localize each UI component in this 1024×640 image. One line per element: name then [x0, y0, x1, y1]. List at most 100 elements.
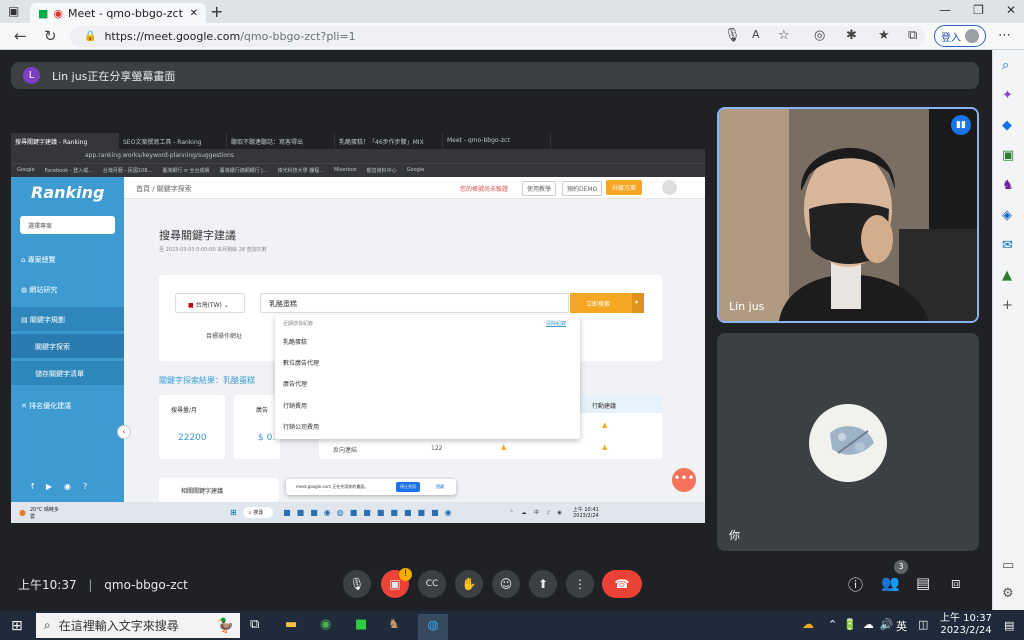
taskbar-app-icons: ■■■◉◍■■■■■■■◉	[283, 508, 458, 517]
weather-tray-icon: ☁	[802, 617, 814, 631]
end-call-button[interactable]: ☎	[602, 570, 642, 598]
captions-icon: CC	[425, 579, 439, 589]
present-icon: ⬆	[537, 577, 549, 591]
sidebar-search-icon[interactable]: ⌕	[1002, 58, 1009, 73]
sidebar-office-icon[interactable]: ◈	[1002, 208, 1012, 223]
url-bar[interactable]: 🔒 https://meet.google.com /qmo-bbgo-zct?…	[70, 26, 925, 47]
people-count-badge: 3	[894, 560, 908, 574]
shared-tab: 搜尋關鍵字建議 - Ranking	[11, 133, 119, 149]
restore-icon[interactable]: ❐	[973, 3, 984, 17]
system-clock[interactable]: 上午 10:37 2023/2/24	[940, 613, 992, 637]
recording-icon: ◉	[53, 6, 64, 20]
presenter-tile[interactable]: ▮▮ Lin jus	[717, 107, 979, 323]
close-tab-icon[interactable]: ✕	[190, 8, 198, 19]
chat-icon[interactable]: ▤	[916, 574, 930, 592]
related-tab-label: 相關關鍵字建議	[181, 488, 224, 495]
activities-icon[interactable]: ⧈	[951, 574, 961, 592]
warning-icon: ▲	[602, 443, 608, 451]
sidebar-add-icon[interactable]: +	[1002, 298, 1013, 313]
dropdown-item: 行銷公司費用	[283, 424, 320, 431]
more-menu-icon[interactable]: ⋯	[998, 28, 1011, 43]
browser-tab-strip: ▣ ■ ◉ Meet - qmo-bbgo-zct ✕ + — ❐ ✕	[0, 0, 1024, 23]
sidebar-games-icon[interactable]: ♞	[1002, 178, 1014, 193]
social-icons: f ▶ ◉ ?	[31, 482, 87, 491]
menu-keyword-explore: 關鍵字探索	[11, 334, 124, 358]
stat-value: 22200	[178, 433, 207, 443]
hide-button: 隱藏	[436, 484, 444, 489]
menu-keyword-planning: ▤ 關鍵字規劃	[11, 307, 124, 331]
sidebar-settings-icon[interactable]: ⚙	[1002, 586, 1014, 601]
dropdown-item: 廣告代理	[283, 381, 308, 388]
line-app-icon[interactable]: ■	[355, 617, 367, 632]
favorite-star-icon[interactable]: ☆	[778, 28, 790, 43]
facebook-icon: f	[31, 482, 34, 491]
collapse-sidebar-icon: ‹	[117, 425, 131, 439]
app-icon[interactable]: ♞	[388, 617, 400, 632]
col-action: 行動建議	[592, 403, 617, 410]
keyword-input: 乳酪蛋糕	[260, 293, 569, 313]
browser-tab-meet[interactable]: ■ ◉ Meet - qmo-bbgo-zct ✕	[30, 3, 206, 23]
row-label: 反向連結	[333, 447, 358, 454]
captions-button[interactable]: CC	[418, 570, 446, 598]
collections-icon[interactable]: ⧉	[908, 28, 917, 43]
stat-label: 搜尋量/月	[171, 407, 198, 414]
new-tab-button[interactable]: +	[210, 2, 223, 21]
shared-tab: SEO文案撰寫工具 - Ranking	[119, 133, 227, 149]
upgrade-button: 升級方案	[606, 180, 643, 195]
microphone-button[interactable]: 🎙	[343, 570, 371, 598]
shared-screen: 搜尋關鍵字建議 - Ranking SEO文案撰寫工具 - Ranking 聽取…	[11, 133, 705, 523]
shared-address: app.ranking.works/keyword-planning/sugge…	[11, 149, 705, 163]
search-placeholder: 在這裡輸入文字來搜尋	[58, 619, 179, 633]
meeting-info-icon[interactable]: ⓘ	[848, 574, 863, 595]
sidebar-tools-icon[interactable]: ▣	[1002, 148, 1014, 163]
signin-button[interactable]: 登入	[934, 25, 986, 47]
tab-actions-icon[interactable]: ▣	[8, 4, 19, 18]
page-title: 搜尋關鍵字建議	[159, 229, 236, 242]
sidebar-shopping-icon[interactable]: ◆	[1002, 118, 1012, 133]
raise-hand-button[interactable]: ✋	[455, 570, 483, 598]
sidebar-outlook-icon[interactable]: ✉	[1002, 238, 1013, 253]
windows-start-icon[interactable]: ⊞	[11, 618, 23, 634]
read-aloud-icon[interactable]: A	[752, 28, 760, 41]
sidebar-layout-icon[interactable]: ▭	[1002, 558, 1014, 573]
bookmark-item: 偉光科技大學 課程...	[277, 168, 324, 174]
extensions-puzzle-icon[interactable]: ✱	[846, 28, 857, 43]
self-tile[interactable]: 你	[717, 333, 979, 551]
people-icon[interactable]: 👥	[881, 574, 900, 592]
task-view-icon[interactable]: ⧉	[250, 617, 259, 632]
chrome-icon[interactable]: ◉	[320, 617, 331, 632]
favorites-icon[interactable]: ★	[878, 28, 890, 43]
dropdown-item: 數位廣告代理	[283, 360, 320, 367]
input-language[interactable]: 英	[896, 618, 907, 634]
shared-tab: Meet - qmo-bbgo-zct	[443, 133, 551, 149]
back-arrow-icon[interactable]: ←	[14, 27, 27, 45]
shared-clock: 上午 10:41 2023/2/24	[572, 506, 599, 519]
share-notice: meet.google.com 正在共用你的畫面。 停止共用 隱藏	[286, 479, 456, 495]
dropdown-clear: 清除紀錄	[546, 321, 567, 327]
microphone-icon[interactable]: 🎙	[724, 28, 741, 43]
present-button[interactable]: ⬆	[529, 570, 557, 598]
presenter-name: Lin jus	[729, 300, 765, 313]
ime-icon[interactable]: ◫	[918, 618, 928, 631]
more-options-button[interactable]: ⋮	[566, 570, 594, 598]
windows-search-box[interactable]: ⌕ 在這裡輸入文字來搜尋 🦆	[36, 613, 240, 638]
page-subtitle: 至 2023-03-03 0:00:00 本月剩餘 28 查詢次數	[159, 247, 267, 253]
bookmark-item: 臺灣銀行 ≡ 全台成績	[162, 168, 210, 174]
stop-sharing-button: 停止共用	[396, 482, 420, 492]
file-explorer-icon[interactable]: ▬	[285, 617, 297, 632]
notification-icon[interactable]: ▤	[1004, 619, 1014, 632]
sidebar-discover-icon[interactable]: ✦	[1002, 88, 1013, 103]
close-window-icon[interactable]: ✕	[1006, 3, 1016, 17]
reload-icon[interactable]: ↻	[44, 27, 57, 45]
meeting-time-and-code: 上午10:37 | qmo-bbgo-zct	[18, 578, 188, 592]
edge-taskbar-icon[interactable]: ◍	[418, 614, 448, 640]
related-tab: 相關關鍵字建議	[159, 478, 279, 502]
emoji-button[interactable]: ☺	[492, 570, 520, 598]
demo-button: 預約DEMO	[562, 181, 603, 196]
self-avatar	[809, 404, 887, 482]
extension-shield-icon[interactable]: ◎	[814, 28, 825, 43]
url-host: https://meet.google.com	[104, 30, 241, 43]
sidebar-tree-icon[interactable]: ▲	[1002, 268, 1012, 283]
menu-site-research: ◍ 網站研究	[21, 286, 58, 294]
minimize-icon[interactable]: —	[939, 3, 951, 17]
